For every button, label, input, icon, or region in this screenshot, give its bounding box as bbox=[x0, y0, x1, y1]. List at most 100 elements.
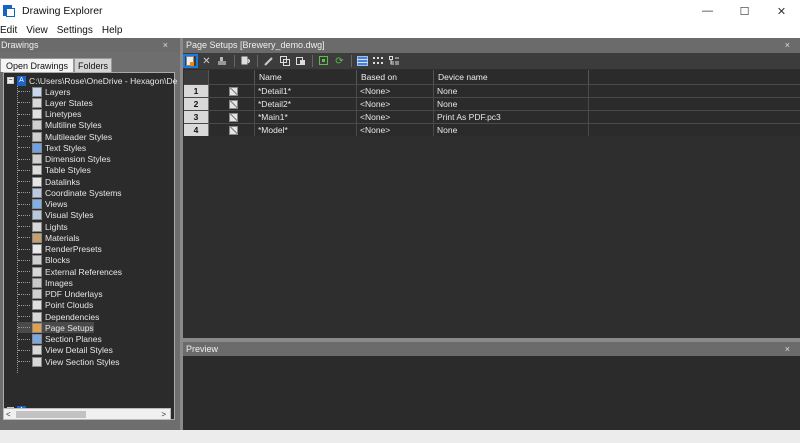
tree-item-point-clouds[interactable]: Point Clouds bbox=[18, 300, 93, 311]
delete-icon[interactable]: ✕ bbox=[199, 54, 214, 68]
scrollbar-thumb[interactable] bbox=[16, 411, 86, 418]
tree-item-coordinate-systems[interactable]: Coordinate Systems bbox=[18, 187, 122, 198]
cell-device-name[interactable]: None bbox=[434, 124, 589, 136]
cell-name[interactable]: *Main1* bbox=[255, 111, 357, 123]
new-page-setup-icon[interactable] bbox=[183, 54, 198, 68]
cell-based-on[interactable]: <None> bbox=[357, 98, 434, 110]
column-header-device-name[interactable]: Device name bbox=[434, 70, 589, 84]
table-row[interactable]: 3 *Main1* <None> Print As PDF.pc3 bbox=[184, 110, 800, 123]
tree-item-layer-states[interactable]: Layer States bbox=[18, 97, 93, 108]
menu-view[interactable]: View bbox=[26, 25, 48, 36]
tree-item-page-setups[interactable]: Page Setups bbox=[18, 322, 94, 334]
tree-item-materials[interactable]: Materials bbox=[18, 232, 79, 243]
refresh-icon[interactable]: ⟳ bbox=[332, 54, 347, 68]
row-number[interactable]: 3 bbox=[184, 111, 209, 123]
preview-close-icon[interactable]: × bbox=[785, 342, 790, 356]
tree-item-dimension-styles[interactable]: Dimension Styles bbox=[18, 154, 111, 165]
tree-item-label: Point Clouds bbox=[45, 300, 94, 311]
cell-based-on[interactable]: <None> bbox=[357, 85, 434, 97]
tree-item-text-styles[interactable]: Text Styles bbox=[18, 142, 86, 153]
tab-open-drawings[interactable]: Open Drawings bbox=[0, 58, 75, 72]
cell-based-on[interactable]: <None> bbox=[357, 111, 434, 123]
cell-based-on[interactable]: <None> bbox=[357, 124, 434, 136]
cell-device-name[interactable]: None bbox=[434, 98, 589, 110]
preview-panel: Preview × bbox=[183, 342, 800, 430]
tree-item-multileader-styles[interactable]: Multileader Styles bbox=[18, 131, 112, 142]
copy-icon[interactable] bbox=[277, 54, 292, 68]
view-detail-styles-icon bbox=[32, 345, 42, 356]
tree-item-view-detail-styles[interactable]: View Detail Styles bbox=[18, 345, 113, 356]
tree-item-datalinks[interactable]: Datalinks bbox=[18, 176, 80, 187]
tree-item-section-planes[interactable]: Section Planes bbox=[18, 334, 102, 345]
import-icon[interactable] bbox=[238, 54, 253, 68]
tree-item-pdf-underlays[interactable]: PDF Underlays bbox=[18, 289, 103, 300]
status-bar bbox=[0, 430, 800, 443]
cell-device-name[interactable]: None bbox=[434, 85, 589, 97]
tree-item-table-styles[interactable]: Table Styles bbox=[18, 165, 91, 176]
tree-item-blocks[interactable]: Blocks bbox=[18, 255, 70, 266]
page-setups-toolbar: ✕ ⟳ bbox=[183, 53, 800, 69]
table-row[interactable]: 1 *Detail1* <None> None bbox=[184, 84, 800, 97]
tree-item-dependencies[interactable]: Dependencies bbox=[18, 311, 99, 322]
minimize-button[interactable]: — bbox=[689, 0, 726, 22]
tree-item-label: Multiline Styles bbox=[45, 120, 102, 131]
collapse-icon[interactable]: − bbox=[7, 77, 14, 84]
tree-connector bbox=[18, 203, 30, 205]
cell-device-name[interactable]: Print As PDF.pc3 bbox=[434, 111, 589, 123]
edit-icon[interactable] bbox=[261, 54, 276, 68]
table-header: Name Based on Device name bbox=[184, 70, 800, 84]
icon-view-icon[interactable] bbox=[371, 54, 386, 68]
paste-icon[interactable] bbox=[293, 54, 308, 68]
column-header-name[interactable]: Name bbox=[255, 70, 357, 84]
page-setups-close-icon[interactable]: × bbox=[785, 38, 790, 53]
tree-item-images[interactable]: Images bbox=[18, 277, 73, 288]
cell-name[interactable]: *Detail2* bbox=[255, 98, 357, 110]
tree-view-icon[interactable] bbox=[387, 54, 402, 68]
tree-item-lights[interactable]: Lights bbox=[18, 221, 68, 232]
grid-view-icon[interactable] bbox=[355, 54, 370, 68]
tree-item-label: Images bbox=[45, 277, 73, 288]
tree-connector bbox=[18, 158, 30, 160]
tree-item-multiline-styles[interactable]: Multiline Styles bbox=[18, 120, 102, 131]
close-button[interactable]: ✕ bbox=[763, 0, 800, 22]
row-number[interactable]: 2 bbox=[184, 98, 209, 110]
tree-item-views[interactable]: Views bbox=[18, 199, 68, 210]
toolbar-separator bbox=[257, 55, 258, 67]
tree-item-visual-styles[interactable]: Visual Styles bbox=[18, 210, 94, 221]
tree-item-view-section-styles[interactable]: View Section Styles bbox=[18, 356, 120, 367]
column-header-based-on[interactable]: Based on bbox=[357, 70, 434, 84]
table-row[interactable]: 2 *Detail2* <None> None bbox=[184, 97, 800, 110]
drawings-panel-close-icon[interactable]: × bbox=[163, 38, 168, 52]
tree-item-layers[interactable]: Layers bbox=[18, 86, 71, 97]
tab-folders[interactable]: Folders bbox=[74, 58, 113, 72]
menu-help[interactable]: Help bbox=[102, 25, 123, 36]
toolbar-separator bbox=[234, 55, 235, 67]
tree-item-external-references[interactable]: External References bbox=[18, 266, 122, 277]
toolbar-separator bbox=[312, 55, 313, 67]
table-row[interactable]: 4 *Model* <None> None bbox=[184, 123, 800, 136]
window-title: Drawing Explorer bbox=[22, 5, 103, 17]
row-number[interactable]: 1 bbox=[184, 85, 209, 97]
tree-item-renderpresets[interactable]: RenderPresets bbox=[18, 244, 102, 255]
scroll-left-icon[interactable]: < bbox=[6, 409, 11, 420]
scroll-right-icon[interactable]: > bbox=[161, 409, 166, 420]
blocks-icon bbox=[32, 255, 42, 266]
cell-name[interactable]: *Model* bbox=[255, 124, 357, 136]
drawings-tabs: Open Drawings Folders bbox=[0, 58, 113, 72]
maximize-button[interactable]: ☐ bbox=[726, 0, 763, 22]
purge-icon[interactable] bbox=[215, 54, 230, 68]
tree-connector bbox=[18, 237, 30, 239]
table-styles-icon bbox=[32, 165, 42, 176]
menu-edit[interactable]: Edit bbox=[0, 25, 17, 36]
page-setups-title: Page Setups [Brewery_demo.dwg] bbox=[186, 40, 325, 50]
icon-column-header bbox=[209, 70, 255, 84]
tree-root[interactable]: − A C:\Users\Rose\OneDrive - Hexagon\De bbox=[7, 75, 177, 86]
menu-settings[interactable]: Settings bbox=[57, 25, 93, 36]
row-number[interactable]: 4 bbox=[184, 124, 209, 136]
regen-icon[interactable] bbox=[316, 54, 331, 68]
tree-item-label: Linetypes bbox=[45, 109, 82, 119]
tree-horizontal-scrollbar[interactable]: < > bbox=[3, 408, 171, 420]
materials-icon bbox=[32, 232, 42, 243]
tree-item-linetypes[interactable]: Linetypes bbox=[18, 109, 81, 120]
cell-name[interactable]: *Detail1* bbox=[255, 85, 357, 97]
